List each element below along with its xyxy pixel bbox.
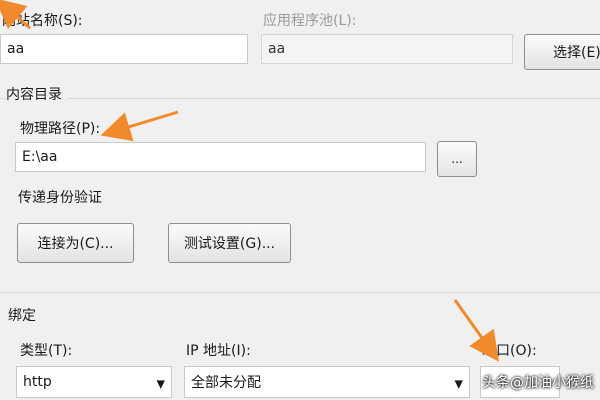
chevron-down-icon: ▼ [156, 377, 165, 391]
ip-address-select[interactable]: 全部未分配 ▼ [184, 366, 470, 398]
content-dir-title: 内容目录 [6, 84, 68, 104]
ip-address-label: IP 地址(I): [186, 343, 251, 359]
app-pool-label: 应用程序池(L): [263, 13, 357, 29]
app-pool-input: aa [261, 34, 513, 64]
browse-button[interactable]: ... [437, 141, 477, 177]
port-label: 端口(O): [482, 343, 537, 359]
physical-path-label: 物理路径(P): [20, 121, 101, 137]
type-select[interactable]: http ▼ [16, 366, 172, 398]
physical-path-input[interactable]: E:\aa [15, 142, 426, 172]
site-name-input[interactable]: aa [0, 34, 248, 64]
type-label: 类型(T): [20, 343, 73, 359]
watermark-text: 头条@加油小猴纸 [482, 375, 594, 391]
content-dir-bottom-divider [0, 292, 600, 293]
type-select-value: http [23, 374, 52, 390]
content-dir-divider [0, 98, 600, 99]
chevron-down-icon: ▼ [454, 377, 463, 391]
ip-address-select-value: 全部未分配 [191, 375, 261, 391]
passthrough-auth-label: 传递身份验证 [18, 190, 102, 206]
arrow-to-physical-path [100, 110, 179, 142]
select-pool-button[interactable]: 选择(E) [524, 34, 600, 70]
connect-as-button[interactable]: 连接为(C)... [17, 223, 134, 263]
binding-title: 绑定 [8, 308, 36, 324]
test-settings-button[interactable]: 测试设置(G)... [168, 223, 291, 263]
site-name-label: 网站名称(S): [2, 13, 83, 29]
